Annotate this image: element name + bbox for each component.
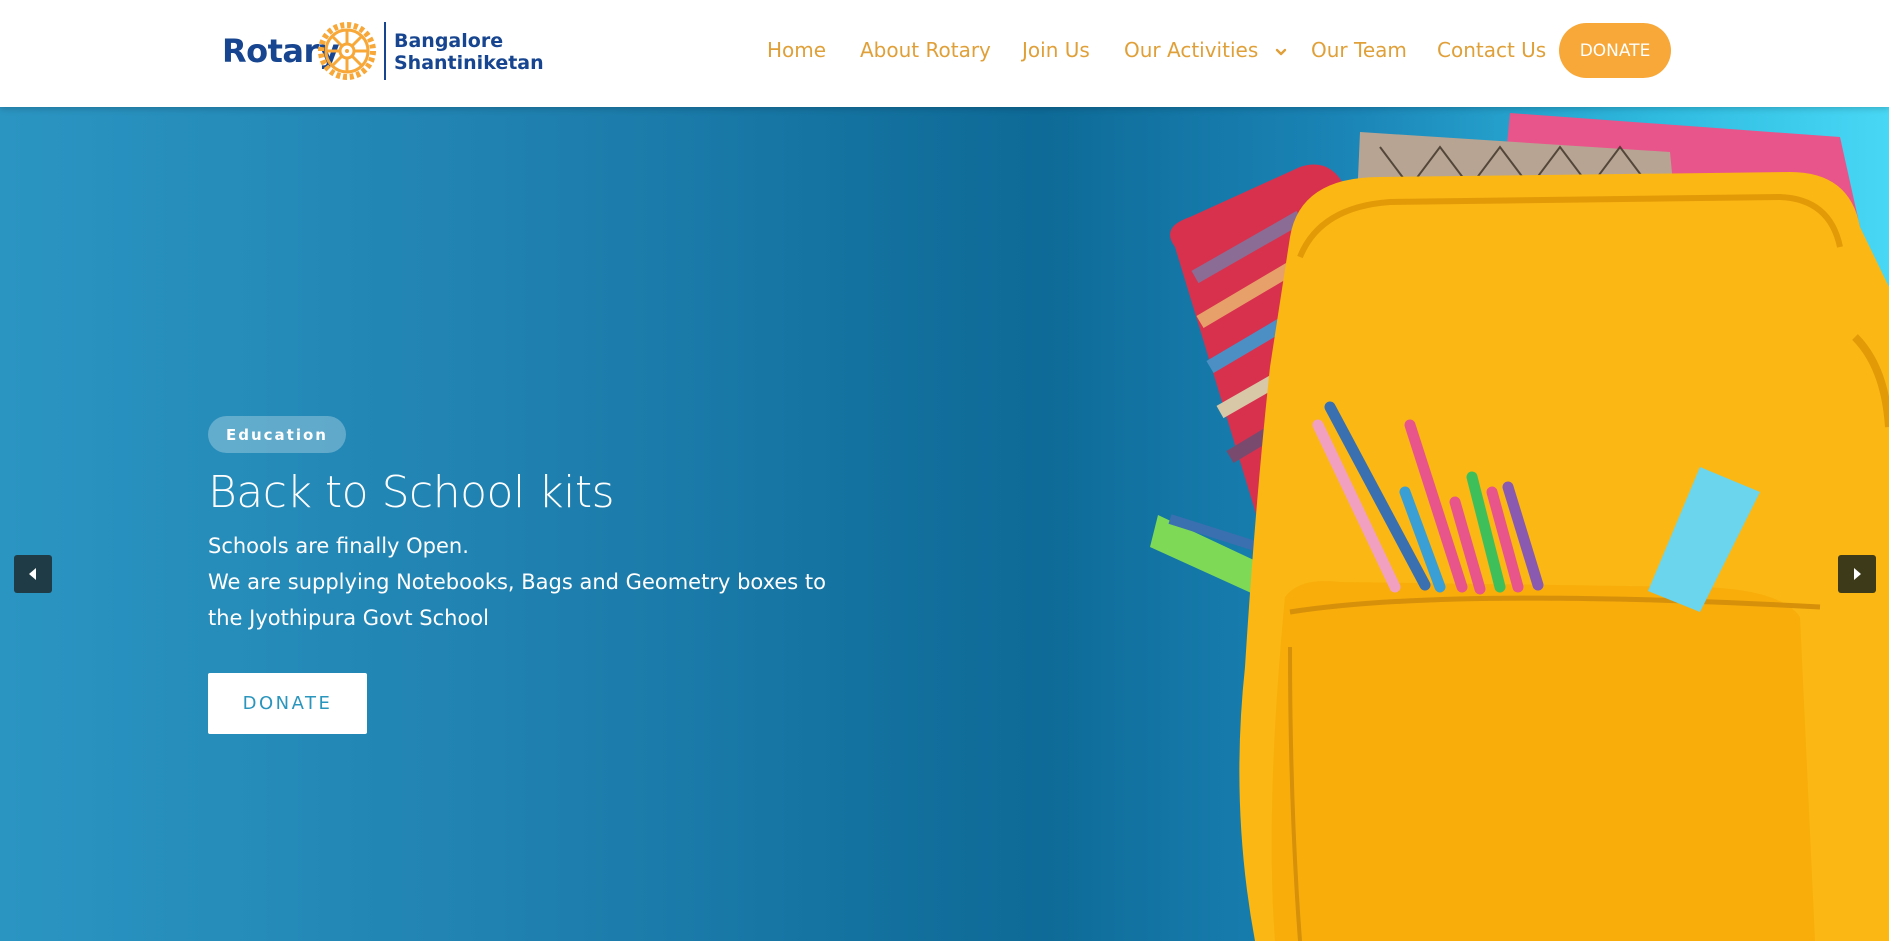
site-header: Rotary Bangalore Shantiniketan Home Abou…	[0, 0, 1889, 107]
slider-next-button[interactable]	[1838, 555, 1876, 593]
hero-description: Schools are finally Open. We are supplyi…	[208, 528, 858, 636]
nav-join-us[interactable]: Join Us	[1022, 38, 1090, 62]
donate-button-hero[interactable]: DONATE	[208, 673, 367, 734]
hero-description-line-2: We are supplying Notebooks, Bags and Geo…	[208, 570, 827, 630]
category-tag-label: Education	[226, 425, 328, 444]
nav-contact-us[interactable]: Contact Us	[1437, 38, 1546, 62]
donate-button-hero-label: DONATE	[242, 693, 333, 714]
backpack-image	[1150, 113, 1889, 941]
logo-divider	[384, 22, 386, 80]
nav-contact-us-label: Contact Us	[1437, 38, 1547, 62]
nav-join-us-label: Join Us	[1022, 38, 1090, 62]
hero-description-line-1: Schools are finally Open.	[208, 534, 469, 558]
donate-button-header[interactable]: DONATE	[1559, 23, 1671, 78]
category-tag[interactable]: Education	[208, 416, 346, 453]
logo-club-name: Bangalore Shantiniketan	[394, 30, 544, 74]
nav-about-rotary-label: About Rotary	[860, 38, 991, 62]
hero-slider: Education Back to School kits Schools ar…	[0, 107, 1889, 941]
nav-our-team-label: Our Team	[1311, 38, 1407, 62]
nav-our-activities[interactable]: Our Activities	[1124, 38, 1287, 62]
rotary-logo[interactable]: Rotary Bangalore Shantiniketan	[222, 20, 544, 84]
donate-button-header-label: DONATE	[1579, 40, 1651, 61]
nav-our-activities-label: Our Activities	[1124, 38, 1259, 62]
logo-line-2: Shantiniketan	[394, 52, 544, 74]
nav-home-label: Home	[767, 38, 827, 62]
nav-home[interactable]: Home	[767, 38, 826, 62]
hero-title: Back to School kits	[208, 467, 615, 518]
slider-prev-button[interactable]	[14, 555, 52, 593]
nav-about-rotary[interactable]: About Rotary	[860, 38, 991, 62]
chevron-down-icon	[1275, 48, 1286, 55]
rotary-wheel-icon	[318, 22, 376, 80]
logo-line-1: Bangalore	[394, 30, 504, 52]
arrow-left-icon	[29, 568, 36, 580]
arrow-right-icon	[1854, 568, 1861, 580]
nav-our-team[interactable]: Our Team	[1311, 38, 1407, 62]
